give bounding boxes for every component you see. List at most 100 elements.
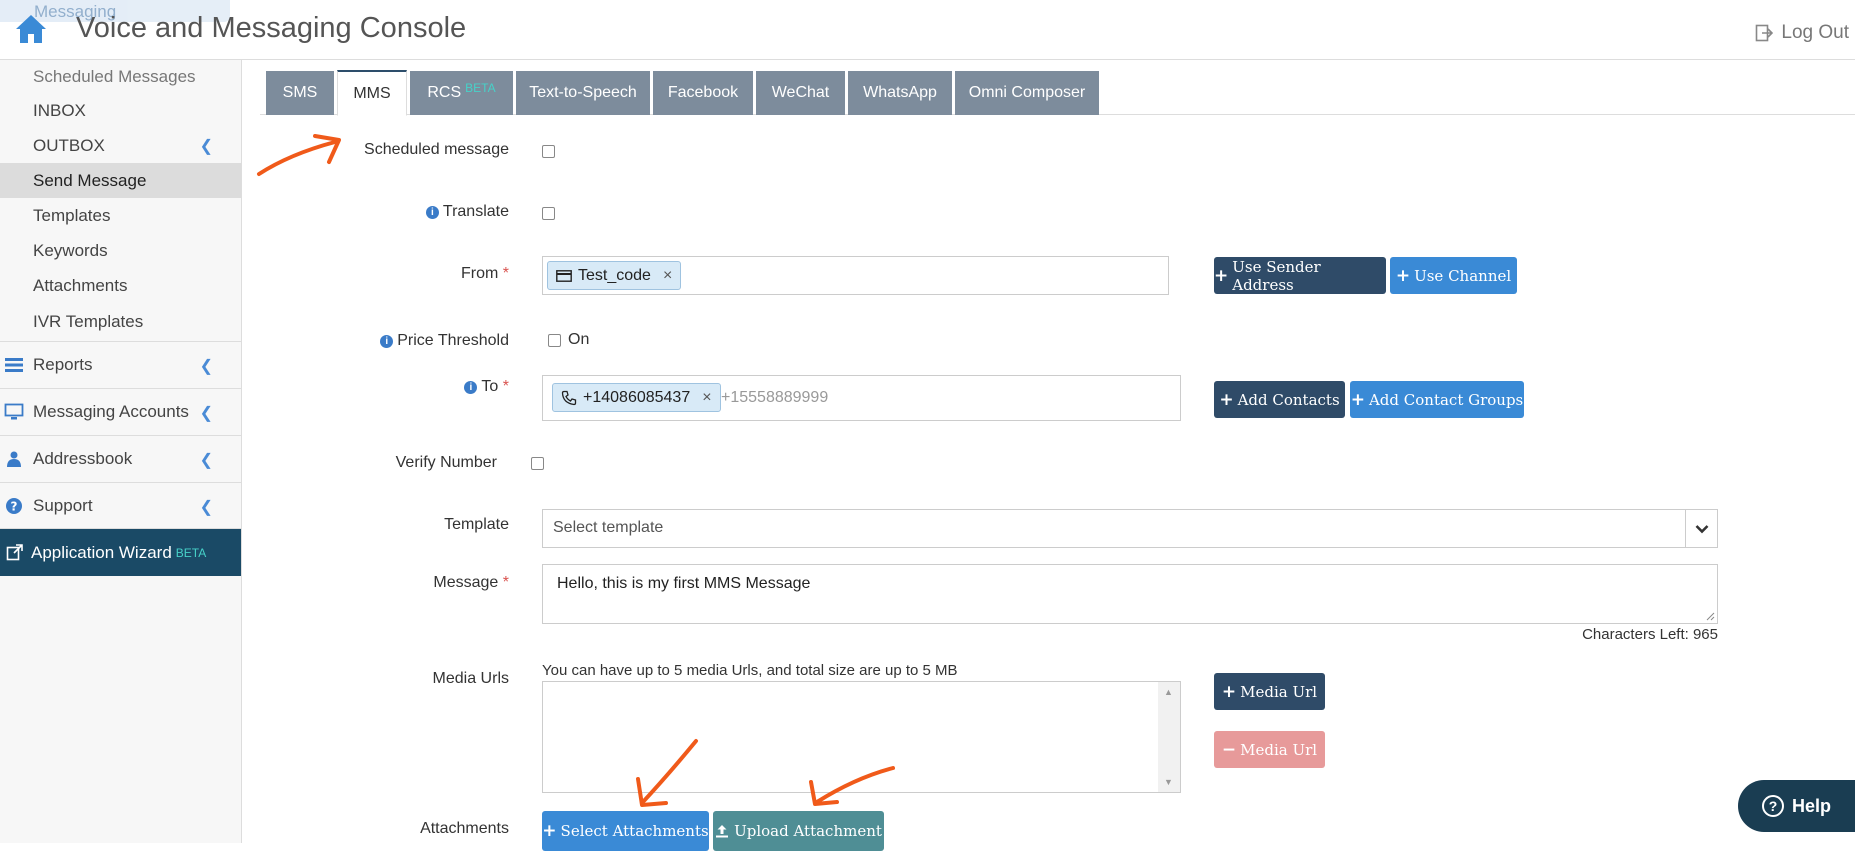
add-contacts-button[interactable]: + Add Contacts	[1214, 381, 1345, 418]
remove-tag-icon[interactable]: ×	[663, 267, 672, 285]
sidebar-item-attachments[interactable]: Attachments	[0, 268, 241, 303]
tab-wechat[interactable]: WeChat	[756, 71, 845, 115]
message-label: Message *	[300, 574, 509, 592]
sidebar-item-scheduled-messages[interactable]: Scheduled Messages	[0, 60, 241, 93]
sidebar-section-label: Support	[33, 495, 93, 515]
chevron-left-icon: ❮	[199, 405, 213, 422]
sidebar-section-reports[interactable]: Reports ❮	[0, 341, 241, 388]
price-threshold-checkbox[interactable]	[548, 334, 561, 347]
tab-label: SMS	[282, 84, 318, 101]
logout-icon	[1756, 24, 1774, 42]
sidebar-item-send-message[interactable]: Send Message	[0, 163, 241, 198]
question-icon: ?	[1762, 795, 1784, 817]
use-sender-address-button[interactable]: + Use Sender Address	[1214, 257, 1386, 294]
template-label: Template	[444, 516, 509, 533]
characters-left: Characters Left: 965	[1582, 626, 1718, 643]
from-text: From	[460, 265, 499, 282]
sidebar-item-ivr-templates[interactable]: IVR Templates	[0, 303, 241, 341]
sidebar: Scheduled Messages INBOX OUTBOX ❮ Send Me…	[0, 60, 242, 843]
from-select[interactable]: Test_code ×	[542, 256, 1169, 295]
home-icon[interactable]	[12, 10, 50, 48]
tab-label: WeChat	[771, 84, 830, 101]
minus-icon: −	[1221, 739, 1237, 760]
tab-text-to-speech[interactable]: Text-to-Speech	[516, 71, 650, 115]
upload-icon	[716, 825, 729, 838]
tab-mms[interactable]: MMS	[337, 70, 407, 116]
resize-handle-icon[interactable]	[1705, 611, 1715, 621]
sidebar-section-messaging-accounts[interactable]: Messaging Accounts ❮	[0, 388, 241, 435]
scheduled-message-checkbox[interactable]	[542, 145, 555, 158]
upload-attachment-button[interactable]: Upload Attachment	[713, 811, 884, 851]
sidebar-item-templates[interactable]: Templates	[0, 198, 241, 233]
template-dropdown-toggle[interactable]	[1685, 510, 1717, 547]
sidebar-item-label: Scheduled Messages	[33, 66, 196, 86]
addressbook-icon	[7, 451, 21, 467]
message-textarea[interactable]: Hello, this is my first MMS Message	[542, 564, 1718, 624]
plus-icon: +	[1350, 389, 1365, 410]
to-text: To	[481, 378, 499, 395]
app-header: Messaging Voice and Messaging Console Lo…	[0, 0, 1855, 60]
sidebar-item-label: OUTBOX	[33, 135, 105, 155]
media-urls-label: Media Urls	[432, 670, 509, 687]
tab-facebook[interactable]: Facebook	[653, 71, 753, 115]
chevron-left-icon: ❮	[199, 452, 213, 469]
button-label: Add Contacts	[1237, 390, 1340, 409]
tab-omni-composer[interactable]: Omni Composer	[955, 71, 1099, 115]
sidebar-section-label: Messaging Accounts	[33, 402, 189, 421]
add-media-url-button[interactable]: + Media Url	[1214, 673, 1325, 710]
price-threshold-text: Price Threshold	[397, 332, 509, 349]
sidebar-item-inbox[interactable]: INBOX	[0, 93, 241, 128]
scroll-down-icon[interactable]: ▼	[1164, 777, 1173, 787]
info-icon: i	[464, 381, 478, 394]
annotation-arrow-mms	[257, 134, 341, 176]
verify-number-checkbox[interactable]	[531, 457, 544, 470]
tab-sms[interactable]: SMS	[266, 71, 334, 115]
beta-badge: BETA	[175, 545, 207, 560]
add-contact-groups-button[interactable]: + Add Contact Groups	[1350, 381, 1524, 418]
required-mark: *	[502, 265, 509, 282]
button-label: Upload Attachment	[734, 822, 882, 840]
required-mark: *	[502, 378, 509, 395]
from-tag: Test_code ×	[547, 261, 682, 290]
sidebar-section-addressbook[interactable]: Addressbook ❮	[0, 435, 241, 482]
remove-media-url-button[interactable]: − Media Url	[1214, 731, 1325, 768]
tab-whatsapp[interactable]: WhatsApp	[848, 71, 952, 115]
verify-number-label: Verify Number	[395, 454, 497, 471]
translate-checkbox[interactable]	[542, 207, 555, 220]
annotation-arrow-upload-attachment	[809, 766, 895, 806]
question-icon: ?	[6, 498, 22, 514]
to-input[interactable]: +14086085437 × +15558889999	[542, 375, 1181, 421]
plus-icon: +	[542, 821, 557, 841]
chevron-down-icon	[1695, 524, 1708, 533]
tab-label: WhatsApp	[863, 84, 937, 101]
use-channel-button[interactable]: + Use Channel	[1390, 257, 1517, 294]
sidebar-section-label: Addressbook	[33, 449, 133, 468]
button-label: Add Contact Groups	[1368, 390, 1524, 409]
reports-icon	[5, 358, 23, 372]
tab-rcs[interactable]: RCS BETA	[410, 71, 513, 115]
sidebar-item-keywords[interactable]: Keywords	[0, 233, 241, 268]
sidebar-application-wizard[interactable]: Application Wizard BETA	[0, 529, 241, 576]
from-tag-label: Test_code	[578, 266, 651, 284]
logout-button[interactable]: Log Out	[1755, 22, 1849, 44]
plus-icon: +	[1221, 681, 1237, 702]
sidebar-item-label: Send Message	[33, 170, 147, 190]
help-button[interactable]: ? Help	[1738, 780, 1855, 832]
sidebar-item-outbox[interactable]: OUTBOX ❮	[0, 128, 241, 163]
tab-label: MMS	[353, 84, 391, 102]
wizard-label: Application Wizard	[31, 542, 172, 562]
help-label: Help	[1792, 795, 1832, 816]
monitor-icon	[4, 403, 24, 420]
sidebar-section-support[interactable]: ? Support ❮	[0, 482, 241, 529]
scroll-up-icon[interactable]: ▲	[1164, 687, 1173, 697]
app-title: Voice and Messaging Console	[76, 12, 467, 44]
remove-tag-icon[interactable]: ×	[702, 389, 711, 407]
button-label: Media Url	[1240, 740, 1318, 759]
beta-badge: BETA	[465, 81, 496, 95]
info-icon: i	[380, 335, 394, 348]
sidebar-item-label: Attachments	[33, 275, 128, 295]
select-attachments-button[interactable]: + Select Attachments	[542, 811, 709, 851]
scrollbar[interactable]: ▲ ▼	[1158, 682, 1180, 792]
message-value: Hello, this is my first MMS Message	[557, 575, 811, 592]
template-select[interactable]: Select template	[542, 509, 1718, 548]
